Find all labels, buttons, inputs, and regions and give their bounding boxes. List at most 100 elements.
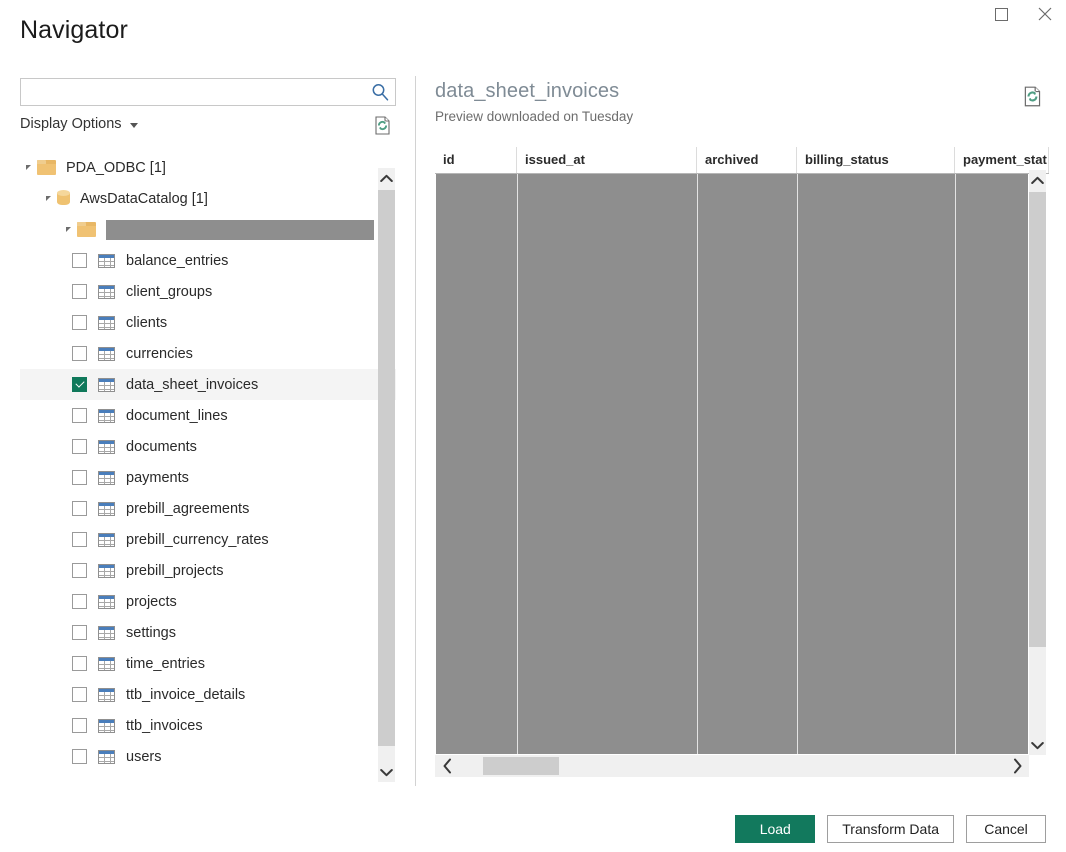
tree-table-row[interactable]: currencies (20, 338, 396, 369)
grid-column-header[interactable]: archived (697, 147, 797, 173)
checkbox-unchecked[interactable] (72, 749, 87, 764)
table-icon (98, 718, 115, 733)
tree-node[interactable] (20, 214, 396, 245)
chevron-left-icon (443, 758, 451, 774)
search-icon[interactable] (370, 82, 390, 102)
grid-column-header[interactable]: id (435, 147, 517, 173)
tree-table-row[interactable]: ttb_invoices (20, 710, 396, 741)
table-icon (98, 563, 115, 578)
preview-vertical-scrollbar[interactable] (1029, 170, 1046, 755)
table-name-label: prebill_projects (126, 562, 224, 579)
table-name-label: document_lines (126, 407, 228, 424)
tree-table-row[interactable]: settings (20, 617, 396, 648)
folder-icon (37, 160, 56, 175)
tree-scroll-up-button[interactable] (378, 168, 395, 188)
tree-table-row[interactable]: documents (20, 431, 396, 462)
tree-table-row[interactable]: ttb_invoice_details (20, 679, 396, 710)
display-options-row: Display Options (20, 116, 396, 140)
grid-column-separator (955, 174, 956, 754)
refresh-preview-icon[interactable] (1021, 85, 1045, 109)
table-name-label: users (126, 748, 162, 765)
tree-table-row[interactable]: time_entries (20, 648, 396, 679)
table-icon (98, 594, 115, 609)
checkbox-unchecked[interactable] (72, 284, 87, 299)
checkbox-unchecked[interactable] (72, 253, 87, 268)
table-icon (98, 346, 115, 361)
display-options-button[interactable]: Display Options (20, 116, 138, 132)
tree-table-row[interactable]: users (20, 741, 396, 772)
preview-horizontal-scrollbar[interactable] (435, 755, 1029, 777)
left-pane: Display Options (20, 78, 396, 140)
tree-table-row[interactable]: data_sheet_invoices (20, 369, 396, 400)
hscroll-right-button[interactable] (1005, 755, 1029, 777)
table-icon (98, 470, 115, 485)
checkbox-unchecked[interactable] (72, 625, 87, 640)
expand-triangle-icon[interactable] (66, 227, 71, 232)
checkbox-unchecked[interactable] (72, 470, 87, 485)
tree-table-row[interactable]: prebill_agreements (20, 493, 396, 524)
search-box[interactable] (20, 78, 396, 106)
chevron-up-icon (380, 174, 393, 182)
hscroll-left-button[interactable] (435, 755, 459, 777)
preview-scroll-thumb[interactable] (1029, 192, 1046, 647)
checkbox-unchecked[interactable] (72, 532, 87, 547)
checkbox-unchecked[interactable] (72, 687, 87, 702)
close-button[interactable] (1030, 1, 1060, 27)
grid-body (435, 174, 1049, 754)
tree-list: PDA_ODBC [1] AwsDataCatalog [1] balance_en… (20, 152, 396, 772)
tree-vertical-scrollbar[interactable] (378, 168, 395, 782)
checkbox-unchecked[interactable] (72, 656, 87, 671)
checkbox-unchecked[interactable] (72, 718, 87, 733)
checkbox-unchecked[interactable] (72, 315, 87, 330)
grid-column-header[interactable]: billing_status (797, 147, 955, 173)
table-name-label: documents (126, 438, 197, 455)
tree-scroll-thumb[interactable] (378, 190, 395, 746)
tree-node[interactable]: AwsDataCatalog [1] (20, 183, 396, 214)
expand-triangle-icon[interactable] (26, 165, 31, 170)
tree-node[interactable]: PDA_ODBC [1] (20, 152, 396, 183)
tree-table-row[interactable]: document_lines (20, 400, 396, 431)
tree-scroll-down-button[interactable] (378, 762, 395, 782)
table-icon (98, 253, 115, 268)
preview-scroll-down-button[interactable] (1029, 735, 1046, 755)
checkbox-unchecked[interactable] (72, 501, 87, 516)
object-tree[interactable]: PDA_ODBC [1] AwsDataCatalog [1] balance_en… (20, 152, 396, 782)
table-name-label: ttb_invoice_details (126, 686, 246, 703)
square-icon (994, 7, 1008, 21)
checkbox-unchecked[interactable] (72, 346, 87, 361)
expand-triangle-icon[interactable] (46, 196, 51, 201)
folder-icon (77, 222, 96, 237)
grid-column-header[interactable]: issued_at (517, 147, 697, 173)
refresh-preview-icon-left[interactable] (372, 115, 394, 137)
transform-data-button[interactable]: Transform Data (827, 815, 954, 843)
table-icon (98, 284, 115, 299)
pane-divider (415, 76, 416, 786)
table-name-label: data_sheet_invoices (126, 376, 259, 393)
preview-scroll-up-button[interactable] (1029, 170, 1046, 190)
checkbox-unchecked[interactable] (72, 408, 87, 423)
tree-table-row[interactable]: projects (20, 586, 396, 617)
chevron-right-icon (1013, 758, 1021, 774)
tree-table-row[interactable]: prebill_currency_rates (20, 524, 396, 555)
database-icon (57, 190, 70, 207)
table-name-label: clients (126, 314, 168, 331)
preview-subtitle: Preview downloaded on Tuesday (435, 109, 634, 124)
search-input[interactable] (21, 79, 377, 105)
tree-table-row[interactable]: prebill_projects (20, 555, 396, 586)
tree-table-row[interactable]: payments (20, 462, 396, 493)
tree-table-row[interactable]: client_groups (20, 276, 396, 307)
table-name-label: currencies (126, 345, 193, 362)
cancel-button[interactable]: Cancel (966, 815, 1046, 843)
maximize-button[interactable] (986, 1, 1016, 27)
tree-table-row[interactable]: balance_entries (20, 245, 396, 276)
tree-table-row[interactable]: clients (20, 307, 396, 338)
hscroll-thumb[interactable] (483, 757, 559, 775)
preview-header: data_sheet_invoices Preview downloaded o… (435, 80, 1049, 124)
redacted-data-overlay (436, 174, 1028, 754)
chevron-down-icon (129, 122, 138, 128)
checkbox-unchecked[interactable] (72, 563, 87, 578)
checkbox-unchecked[interactable] (72, 439, 87, 454)
load-button[interactable]: Load (735, 815, 816, 843)
checkbox-unchecked[interactable] (72, 594, 87, 609)
checkbox-checked[interactable] (72, 377, 87, 392)
